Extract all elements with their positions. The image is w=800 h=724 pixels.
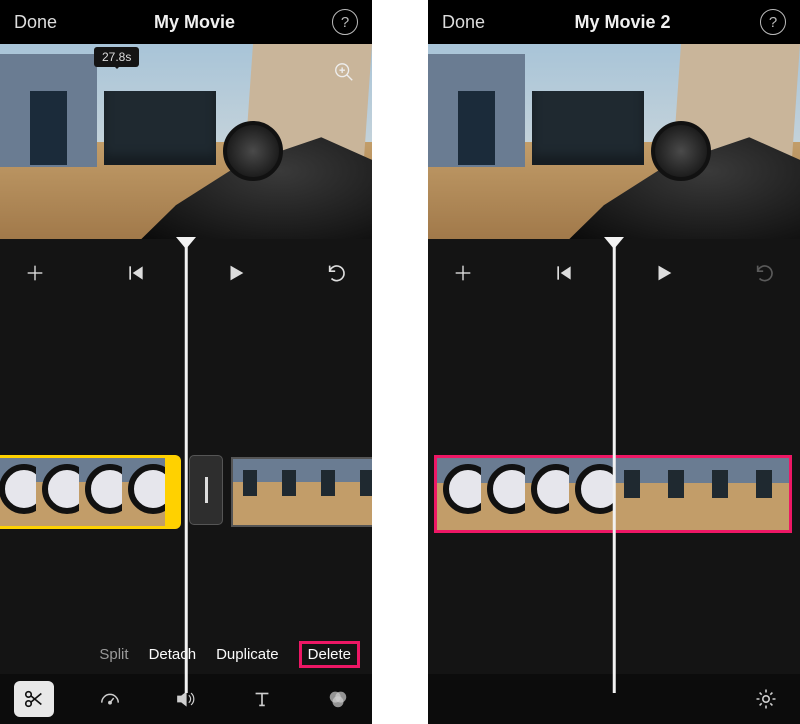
clip-second[interactable] <box>231 457 372 527</box>
timeline-track <box>0 455 372 529</box>
speedometer-icon[interactable] <box>90 681 130 717</box>
duplicate-action[interactable]: Duplicate <box>216 646 279 663</box>
video-preview <box>428 44 800 239</box>
header: Done My Movie ? <box>0 0 372 44</box>
clip-2[interactable] <box>613 458 789 530</box>
gear-icon[interactable] <box>746 681 786 717</box>
delete-action[interactable]: Delete <box>299 641 360 668</box>
project-title: My Movie 2 <box>575 12 671 33</box>
clip-trim-handle[interactable] <box>165 455 181 529</box>
add-icon[interactable] <box>18 256 52 290</box>
split-action[interactable]: Split <box>99 646 128 663</box>
filters-icon[interactable] <box>318 681 358 717</box>
video-preview: 27.8s <box>0 44 372 239</box>
imovie-panel-right: Done My Movie 2 ? <box>428 0 800 724</box>
scissors-icon[interactable] <box>14 681 54 717</box>
project-title: My Movie <box>154 12 235 33</box>
combined-clips-highlight <box>434 455 792 533</box>
help-button[interactable]: ? <box>332 9 358 35</box>
imovie-panel-left: Done My Movie ? 27.8s <box>0 0 372 724</box>
play-icon[interactable] <box>219 256 253 290</box>
undo-icon[interactable] <box>320 256 354 290</box>
playhead-caret <box>176 237 196 249</box>
zoom-icon[interactable] <box>330 58 358 86</box>
playhead-caret <box>604 237 624 249</box>
done-button[interactable]: Done <box>442 12 485 33</box>
done-button[interactable]: Done <box>14 12 57 33</box>
play-icon[interactable] <box>647 256 681 290</box>
timeline-track <box>434 455 794 529</box>
playback-controls <box>428 239 800 307</box>
timeline[interactable]: Split Detach Duplicate Delete <box>0 307 372 674</box>
add-icon[interactable] <box>446 256 480 290</box>
undo-icon <box>748 256 782 290</box>
help-button[interactable]: ? <box>760 9 786 35</box>
volume-icon[interactable] <box>166 681 206 717</box>
skip-back-icon[interactable] <box>119 256 153 290</box>
detach-action[interactable]: Detach <box>149 646 197 663</box>
clip-action-bar: Split Detach Duplicate Delete <box>0 634 372 674</box>
skip-back-icon[interactable] <box>547 256 581 290</box>
bottom-toolbar <box>428 674 800 724</box>
bottom-toolbar <box>0 674 372 724</box>
clip-1[interactable] <box>437 458 613 530</box>
text-icon[interactable] <box>242 681 282 717</box>
timestamp-badge: 27.8s <box>94 47 139 67</box>
clip-selected[interactable] <box>0 455 165 529</box>
header: Done My Movie 2 ? <box>428 0 800 44</box>
timeline[interactable] <box>428 307 800 674</box>
transition-icon[interactable] <box>189 455 223 525</box>
playback-controls <box>0 239 372 307</box>
